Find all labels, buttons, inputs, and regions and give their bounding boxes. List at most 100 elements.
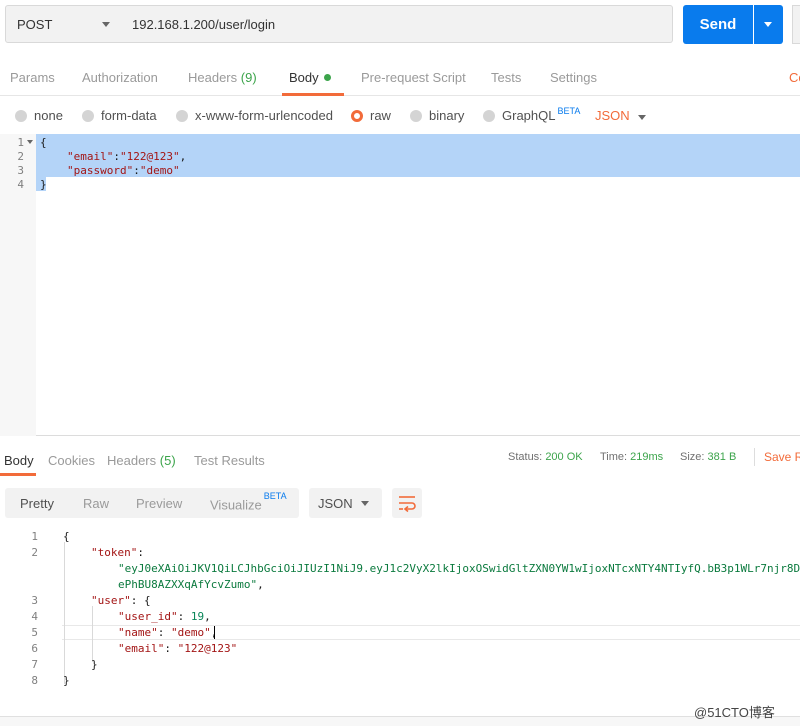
json-value: 19: [190, 610, 205, 623]
response-tab-body[interactable]: Body: [4, 453, 34, 468]
view-visualize[interactable]: VisualizeBETA: [210, 491, 287, 513]
code-line: {: [63, 530, 70, 543]
response-tab-headers[interactable]: Headers (5): [107, 453, 176, 468]
radio-circle-icon: [176, 109, 188, 122]
body-format-select[interactable]: JSON: [595, 108, 630, 123]
code-line: "email":"122@123",: [67, 150, 187, 163]
code-line: {: [40, 136, 47, 149]
code-line: "user_id": 19,: [118, 610, 211, 623]
code-line: }: [63, 674, 70, 687]
json-value: "eyJ0eXAiOiJKV1QiLCJhbGciOiJIUzI1NiJ9.ey…: [118, 562, 800, 575]
response-view-bar: Pretty Raw Preview VisualizeBETA JSON: [0, 484, 800, 524]
wrap-lines-button[interactable]: [392, 488, 422, 518]
json-key: "password": [67, 164, 134, 177]
json-value: "122@123": [177, 642, 238, 655]
status-bar: [0, 716, 800, 726]
active-tab-indicator: [282, 93, 344, 96]
view-mode-switch: Pretty Raw Preview VisualizeBETA: [5, 488, 299, 518]
time-readout: Time: 219ms: [600, 451, 663, 463]
json-key: "user": [91, 594, 131, 607]
request-body-editor[interactable]: 1 2 3 4 { "email":"122@123", "password":…: [0, 134, 800, 436]
radio-circle-icon: [483, 109, 495, 122]
send-options-button[interactable]: [754, 5, 783, 44]
radio-label: GraphQL: [502, 108, 556, 123]
response-format-select[interactable]: JSON: [309, 488, 382, 518]
line-number: 2: [31, 546, 38, 559]
watermark: @51CTO博客: [694, 705, 775, 720]
radio-label: raw: [370, 108, 391, 123]
status-label: Status:: [508, 451, 543, 463]
request-tabs: Params Authorization Headers (9) Body Pr…: [0, 60, 800, 96]
response-body-viewer[interactable]: 1 2 3 4 5 6 7 8 { "token": "eyJ0eXAiOiJK…: [0, 528, 800, 698]
tab-headers-count: (9): [240, 70, 257, 85]
size-readout: Size: 381 B: [680, 451, 736, 463]
body-type-options: none form-data x-www-form-urlencoded raw…: [0, 98, 800, 132]
radio-binary[interactable]: binary: [410, 108, 464, 123]
response-tabs: Body Cookies Headers (5) Test Results St…: [0, 440, 800, 476]
code-line: "name": "demo",: [118, 626, 217, 639]
radio-form-data[interactable]: form-data: [82, 108, 157, 123]
tab-authorization[interactable]: Authorization: [82, 70, 158, 85]
tab-params[interactable]: Params: [10, 70, 55, 85]
radio-urlencoded[interactable]: x-www-form-urlencoded: [176, 108, 333, 123]
radio-circle-icon: [15, 109, 27, 122]
tab-tests[interactable]: Tests: [491, 70, 521, 85]
json-value: "demo": [171, 626, 211, 639]
json-key: "token": [91, 546, 138, 559]
modified-dot-icon: [323, 74, 331, 81]
json-key: "user_id": [118, 610, 178, 623]
url-input[interactable]: 192.168.1.200/user/login: [122, 5, 673, 43]
view-preview[interactable]: Preview: [136, 496, 182, 511]
indent-guide: [64, 542, 65, 684]
fold-arrow-icon[interactable]: [27, 140, 33, 144]
line-number: 4: [17, 178, 24, 191]
json-value: "122@123": [119, 150, 180, 163]
tab-headers-label: Headers: [188, 70, 238, 85]
code-line: "password":"demo": [67, 164, 180, 177]
view-visualize-label: Visualize: [210, 497, 262, 513]
response-tab-cookies[interactable]: Cookies: [48, 453, 95, 468]
radio-raw[interactable]: raw: [351, 108, 391, 123]
wrap-lines-icon: [399, 496, 416, 513]
json-key: "name": [118, 626, 158, 639]
response-format-value: JSON: [318, 496, 353, 511]
tab-settings[interactable]: Settings: [550, 70, 597, 85]
indent-guide: [92, 606, 93, 662]
tab-pre-request-script[interactable]: Pre-request Script: [361, 70, 466, 85]
divider: [754, 448, 755, 466]
view-pretty[interactable]: Pretty: [20, 496, 54, 511]
line-number: 2: [17, 150, 24, 163]
send-button[interactable]: Send: [683, 5, 753, 44]
response-tab-test-results[interactable]: Test Results: [194, 453, 265, 468]
text-cursor: [214, 626, 215, 639]
radio-label: form-data: [101, 108, 157, 123]
active-tab-indicator: [0, 473, 36, 476]
line-number: 4: [31, 610, 38, 623]
code-line: }: [40, 178, 47, 191]
cookies-link[interactable]: Co: [789, 70, 800, 85]
json-value: ePhBU8AZXXqAfYcvZumo": [118, 578, 258, 591]
method-select[interactable]: POST: [5, 5, 123, 43]
json-key: "email": [67, 150, 114, 163]
radio-none[interactable]: none: [15, 108, 63, 123]
time-value: 219ms: [630, 451, 664, 463]
line-number: 1: [31, 530, 38, 543]
code-line: "eyJ0eXAiOiJKV1QiLCJhbGciOiJIUzI1NiJ9.ey…: [118, 562, 800, 575]
view-raw[interactable]: Raw: [83, 496, 109, 511]
line-number: 8: [31, 674, 38, 687]
method-value: POST: [17, 17, 53, 32]
save-button[interactable]: [792, 5, 800, 44]
radio-label: binary: [429, 108, 465, 123]
time-label: Time:: [600, 451, 628, 463]
json-key: "email": [118, 642, 165, 655]
radio-label: x-www-form-urlencoded: [195, 108, 333, 123]
line-number: 3: [17, 164, 24, 177]
size-label: Size:: [680, 451, 705, 463]
radio-graphql[interactable]: GraphQL BETA: [483, 106, 580, 123]
save-response-button[interactable]: Save R: [764, 450, 800, 464]
chevron-down-icon: [361, 501, 369, 506]
status-value: 200 OK: [545, 451, 583, 463]
tab-body[interactable]: Body: [289, 70, 331, 85]
tab-headers[interactable]: Headers (9): [188, 70, 257, 85]
line-number: 3: [31, 594, 38, 607]
